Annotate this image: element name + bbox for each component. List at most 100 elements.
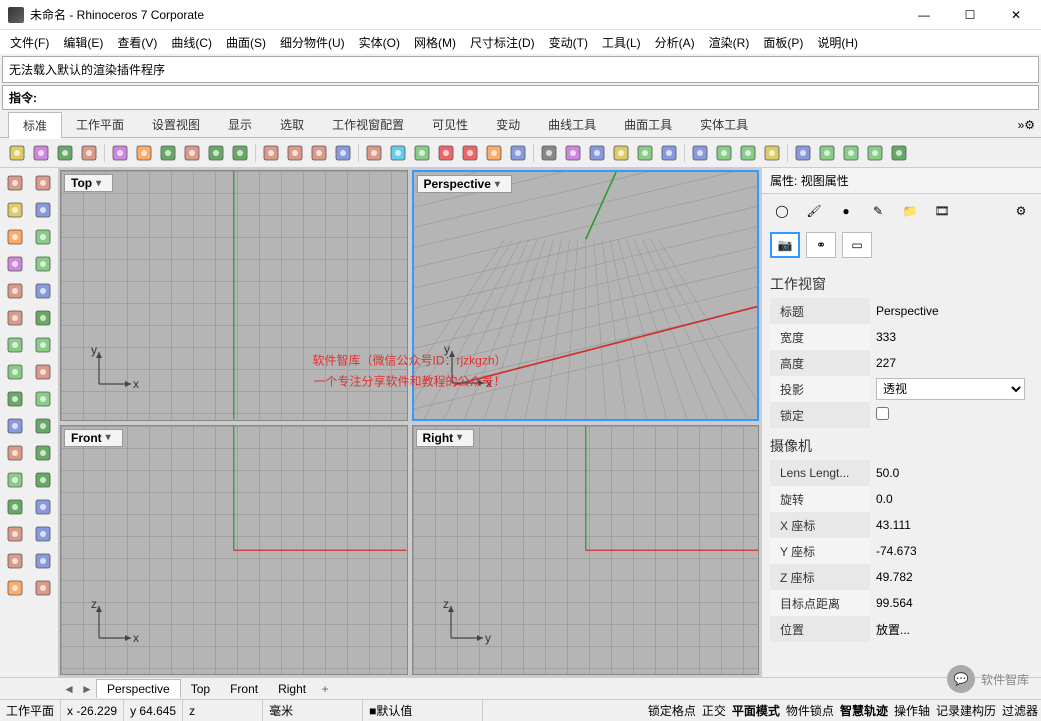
- property-value[interactable]: -74.673: [870, 544, 1033, 558]
- ribbon-tab[interactable]: 变动: [482, 112, 534, 137]
- dim-icon[interactable]: [2, 575, 28, 601]
- status-toggle[interactable]: 过滤器: [999, 700, 1041, 721]
- menu-item[interactable]: 细分物件(U): [274, 32, 351, 53]
- select-icon[interactable]: [507, 142, 529, 164]
- boolean-icon[interactable]: [30, 386, 56, 412]
- help-icon[interactable]: [888, 142, 910, 164]
- viewport-top[interactable]: Top▾ x y: [60, 170, 408, 421]
- ribbon-tab[interactable]: 显示: [214, 112, 266, 137]
- menu-item[interactable]: 说明(H): [811, 32, 864, 53]
- join-icon[interactable]: [30, 440, 56, 466]
- menu-item[interactable]: 实体(O): [353, 32, 406, 53]
- lasso-icon[interactable]: [30, 170, 56, 196]
- copy-icon[interactable]: [2, 494, 28, 520]
- arrow-icon[interactable]: [2, 170, 28, 196]
- status-plane[interactable]: 工作平面: [0, 700, 61, 721]
- revolve-icon[interactable]: [2, 359, 28, 385]
- open-file-icon[interactable]: [30, 142, 52, 164]
- new-file-icon[interactable]: [6, 142, 28, 164]
- sweep-icon[interactable]: [30, 359, 56, 385]
- osnap-icon[interactable]: [363, 142, 385, 164]
- scale-icon[interactable]: [2, 521, 28, 547]
- ribbon-tab[interactable]: 曲面工具: [610, 112, 686, 137]
- rotate-view-icon[interactable]: [459, 142, 481, 164]
- ribbon-tab[interactable]: 设置视图: [138, 112, 214, 137]
- ribbon-tab[interactable]: 工作平面: [62, 112, 138, 137]
- undo-icon[interactable]: [205, 142, 227, 164]
- sphere3-icon[interactable]: [737, 142, 759, 164]
- point-icon[interactable]: [2, 305, 28, 331]
- menu-item[interactable]: 编辑(E): [57, 32, 109, 53]
- plane-icon[interactable]: [284, 142, 306, 164]
- tab-nav-icon[interactable]: ►: [78, 682, 96, 696]
- shaded-icon[interactable]: [586, 142, 608, 164]
- zoom-extents-icon[interactable]: [387, 142, 409, 164]
- menu-item[interactable]: 尺寸标注(D): [464, 32, 541, 53]
- minimize-button[interactable]: —: [901, 0, 947, 30]
- rendered-icon[interactable]: [610, 142, 632, 164]
- group-icon[interactable]: [260, 142, 282, 164]
- viewport-tab[interactable]: Front: [220, 680, 268, 698]
- chevron-down-icon[interactable]: ▾: [495, 179, 505, 190]
- viewport-tab[interactable]: Top: [181, 680, 220, 698]
- spiral-icon[interactable]: [30, 278, 56, 304]
- viewport-front[interactable]: Front▾ x z: [60, 425, 408, 676]
- sphere-icon[interactable]: [689, 142, 711, 164]
- render-icon[interactable]: [658, 142, 680, 164]
- property-value[interactable]: 50.0: [870, 466, 1033, 480]
- folder-icon[interactable]: 📁: [898, 200, 922, 222]
- cplane2-icon[interactable]: [816, 142, 838, 164]
- rectangle-icon[interactable]: [2, 251, 28, 277]
- circle-icon[interactable]: [30, 197, 56, 223]
- cut-icon[interactable]: [133, 142, 155, 164]
- layers-icon[interactable]: [332, 142, 354, 164]
- save-icon[interactable]: [54, 142, 76, 164]
- frame-icon[interactable]: ▭: [842, 232, 872, 258]
- viewport-tab[interactable]: Right: [268, 680, 316, 698]
- pan-icon[interactable]: [483, 142, 505, 164]
- camera-icon[interactable]: 📷: [770, 232, 800, 258]
- loft-icon[interactable]: [2, 386, 28, 412]
- split-icon[interactable]: [2, 440, 28, 466]
- trim-icon[interactable]: [30, 413, 56, 439]
- redo-icon[interactable]: [229, 142, 251, 164]
- property-value[interactable]: [870, 407, 1033, 423]
- menu-item[interactable]: 面板(P): [757, 32, 809, 53]
- surface-icon[interactable]: [2, 332, 28, 358]
- copy-icon[interactable]: [157, 142, 179, 164]
- status-toggle[interactable]: 锁定格点: [645, 700, 699, 721]
- sphere-icon[interactable]: ●: [834, 200, 858, 222]
- arc-icon[interactable]: [2, 224, 28, 250]
- viewport-label[interactable]: Top▾: [64, 174, 113, 192]
- maximize-button[interactable]: ☐: [947, 0, 993, 30]
- fillet-icon[interactable]: [2, 413, 28, 439]
- gear-icon[interactable]: ⚙: [1009, 200, 1033, 222]
- viewport-perspective[interactable]: Perspective▾ x y: [412, 170, 760, 421]
- cplane-icon[interactable]: [792, 142, 814, 164]
- property-value[interactable]: 透视: [870, 378, 1033, 400]
- cplane3-icon[interactable]: [840, 142, 862, 164]
- film-icon[interactable]: 🎞: [930, 200, 954, 222]
- explode-icon[interactable]: [2, 467, 28, 493]
- ghosted-icon[interactable]: [634, 142, 656, 164]
- print-icon[interactable]: [78, 142, 100, 164]
- ellipse-icon[interactable]: [30, 224, 56, 250]
- viewport-tab[interactable]: Perspective: [96, 679, 181, 698]
- zoom-window-icon[interactable]: [435, 142, 457, 164]
- ribbon-tab[interactable]: 可见性: [418, 112, 482, 137]
- menu-item[interactable]: 曲线(C): [165, 32, 218, 53]
- status-toggle[interactable]: 平面模式: [729, 700, 783, 721]
- ribbon-tab[interactable]: 标准: [8, 112, 62, 139]
- close-button[interactable]: ✕: [993, 0, 1039, 30]
- curve-icon[interactable]: [2, 278, 28, 304]
- status-toggle[interactable]: 智慧轨迹: [837, 700, 891, 721]
- ribbon-tab[interactable]: 工作视窗配置: [318, 112, 418, 137]
- status-layer[interactable]: ■默认值: [363, 700, 483, 721]
- command-input[interactable]: [37, 89, 1032, 106]
- viewport-right[interactable]: Right▾ y z: [412, 425, 760, 676]
- point-icon[interactable]: [308, 142, 330, 164]
- status-unit[interactable]: 毫米: [263, 700, 363, 721]
- status-toggle[interactable]: 操作轴: [891, 700, 933, 721]
- property-value[interactable]: 放置...: [870, 621, 1033, 638]
- extrude-icon[interactable]: [30, 332, 56, 358]
